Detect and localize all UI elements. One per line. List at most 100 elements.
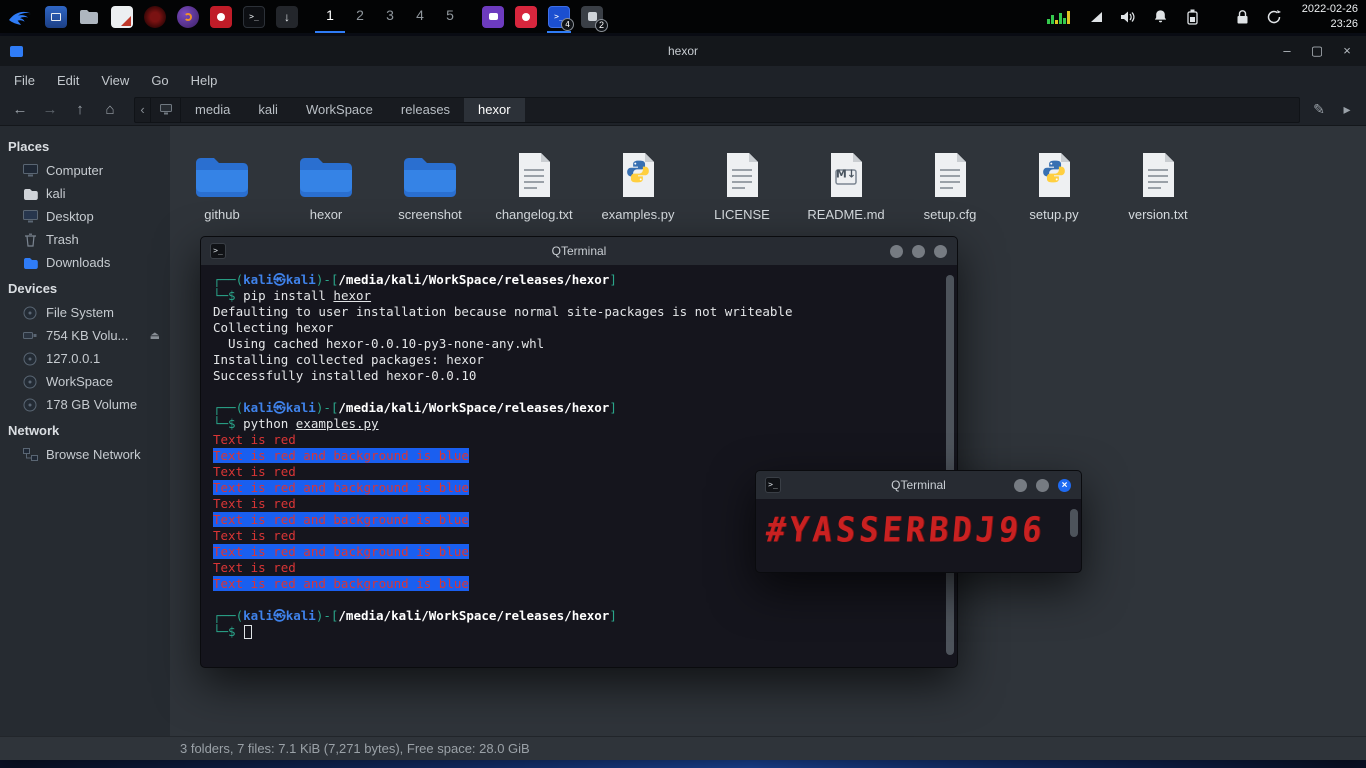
keyring-lock-icon[interactable] [1234, 8, 1251, 25]
taskbar-icon-folder[interactable] [78, 6, 100, 28]
close-button[interactable]: × [1058, 478, 1071, 492]
breadcrumb-releases[interactable]: releases [387, 98, 464, 122]
close-icon[interactable]: × [1340, 43, 1354, 59]
panel-clock[interactable]: 2022-02-26 23:26 [1302, 2, 1358, 31]
sidebar-item-home[interactable]: kali [0, 182, 170, 205]
download-arrow-icon: ↓ [284, 9, 290, 24]
breadcrumb-hexor-current[interactable]: hexor [464, 97, 525, 122]
taskbar-icon-chat-app[interactable] [482, 5, 504, 28]
maximize-button[interactable] [1036, 478, 1049, 492]
eject-icon[interactable]: ⏏ [150, 329, 164, 342]
menu-edit[interactable]: Edit [57, 73, 79, 88]
sidebar-item-trash[interactable]: Trash [0, 228, 170, 251]
session-refresh-icon[interactable] [1266, 8, 1283, 25]
sidebar-item-desktop[interactable]: Desktop [0, 205, 170, 228]
taskbar-icon-recorder[interactable] [144, 5, 166, 28]
taskbar-icon-downloader[interactable]: ↓ [276, 5, 298, 28]
menu-file[interactable]: File [14, 73, 35, 88]
downloads-folder-icon [22, 257, 38, 269]
sidebar-item-127-0-0-1[interactable]: 127.0.0.1 [0, 347, 170, 370]
home-folder-icon [22, 188, 38, 200]
taskbar-icon-browser[interactable] [177, 5, 199, 28]
file-item-changelog[interactable]: changelog.txt [482, 146, 586, 250]
file-item-hexor[interactable]: hexor [274, 146, 378, 250]
sidebar-item-178gb-volume[interactable]: 178 GB Volume [0, 393, 170, 416]
file-item-setup-cfg[interactable]: setup.cfg [898, 146, 1002, 250]
workspace-5[interactable]: 5 [435, 0, 465, 33]
network-icon[interactable] [1088, 8, 1105, 25]
terminal-output[interactable]: ┌──(kali㉿kali)-[/media/kali/WorkSpace/re… [201, 265, 957, 640]
taskbar-icon-text-editor[interactable] [111, 5, 133, 28]
scrollbar-thumb[interactable] [1070, 509, 1078, 537]
sidebar-item-downloads[interactable]: Downloads [0, 251, 170, 274]
maximize-button[interactable] [912, 244, 925, 258]
taskbar-icon-red-app[interactable] [210, 5, 232, 28]
file-item-readme[interactable]: M↓ README.md [794, 146, 898, 250]
forward-icon[interactable]: → [40, 101, 60, 118]
close-button[interactable] [934, 244, 947, 258]
workspace-4[interactable]: 4 [405, 0, 435, 33]
minimize-icon[interactable]: – [1280, 43, 1294, 59]
qterminal-titlebar[interactable]: >_ QTerminal [201, 237, 957, 265]
panel-right: 2022-02-26 23:26 [1046, 0, 1358, 33]
breadcrumb-media[interactable]: media [181, 98, 244, 122]
kali-menu-icon[interactable] [8, 5, 34, 29]
edit-path-icon[interactable]: ✎ [1310, 101, 1328, 118]
taskbar-icon-media-app[interactable] [515, 5, 537, 28]
menu-help[interactable]: Help [191, 73, 218, 88]
taskbar-icon-gray-app[interactable]: 2 [581, 5, 608, 32]
sidebar-header-places: Places [8, 139, 50, 154]
breadcrumb-scroll-right-icon[interactable]: ▸ [1338, 101, 1356, 118]
scrollbar-thumb[interactable] [946, 275, 954, 655]
sidebar-item-browse-network[interactable]: Browse Network [0, 443, 170, 466]
workspace-2[interactable]: 2 [345, 0, 375, 33]
file-item-screenshot[interactable]: screenshot [378, 146, 482, 250]
window-count-badge: 2 [595, 18, 608, 32]
file-item-license[interactable]: LICENSE [690, 146, 794, 250]
volume-icon[interactable] [1120, 8, 1137, 25]
breadcrumb-kali[interactable]: kali [244, 98, 292, 122]
drive-icon [22, 398, 38, 412]
back-icon[interactable]: ← [10, 101, 30, 118]
taskbar-icon-terminal[interactable]: >_ [243, 5, 265, 28]
taskbar-icon-qterminal-active[interactable]: >_ 4 [547, 5, 574, 33]
terminal-output[interactable]: #YASSERBDJ96 [756, 509, 1081, 550]
qterminal-titlebar[interactable]: >_ QTerminal × [756, 471, 1081, 499]
maximize-icon[interactable]: ▢ [1310, 43, 1324, 59]
sidebar-item-workspace-volume[interactable]: WorkSpace [0, 370, 170, 393]
file-item-examples-py[interactable]: examples.py [586, 146, 690, 250]
minimize-button[interactable] [890, 244, 903, 258]
breadcrumb: ‹ media kali WorkSpace releases hexor [134, 96, 1300, 123]
menu-view[interactable]: View [101, 73, 129, 88]
chat-glyph [488, 13, 498, 20]
menu-go[interactable]: Go [151, 73, 168, 88]
notification-bell-icon[interactable] [1152, 8, 1169, 25]
sidebar-header-network: Network [8, 423, 60, 438]
power-battery-icon[interactable] [1184, 8, 1201, 25]
file-manager-titlebar[interactable]: hexor – ▢ × [0, 36, 1366, 66]
folder-glyph [80, 9, 98, 24]
desktop-icon [22, 210, 38, 223]
path-root-icon[interactable] [151, 97, 181, 122]
file-item-version[interactable]: version.txt [1106, 146, 1210, 250]
sidebar: Places Computer kali Desktop Trash Downl… [0, 126, 170, 736]
taskbar-icon-file-manager[interactable] [45, 5, 67, 28]
file-item-setup-py[interactable]: setup.py [1002, 146, 1106, 250]
home-icon[interactable]: ⌂ [100, 101, 120, 118]
minimize-button[interactable] [1014, 478, 1027, 492]
workspace-1[interactable]: 1 [315, 0, 345, 33]
breadcrumb-workspace[interactable]: WorkSpace [292, 98, 387, 122]
output-line: Successfully installed hexor-0.0.10 [213, 368, 477, 383]
up-icon[interactable]: ↑ [70, 101, 90, 118]
status-text: 3 folders, 7 files: 7.1 KiB (7,271 bytes… [180, 741, 530, 756]
sidebar-item-filesystem[interactable]: File System [0, 301, 170, 324]
sidebar-item-usb-volume[interactable]: 754 KB Volu... ⏏ [0, 324, 170, 347]
file-item-github[interactable]: github [170, 146, 274, 250]
sidebar-header-devices: Devices [8, 281, 58, 296]
usb-drive-icon [22, 331, 38, 340]
breadcrumb-scroll-left-icon[interactable]: ‹ [135, 97, 151, 122]
cpu-graph-icon[interactable] [1046, 10, 1073, 24]
text-file-icon [515, 146, 553, 198]
workspace-3[interactable]: 3 [375, 0, 405, 33]
sidebar-item-computer[interactable]: Computer [0, 159, 170, 182]
